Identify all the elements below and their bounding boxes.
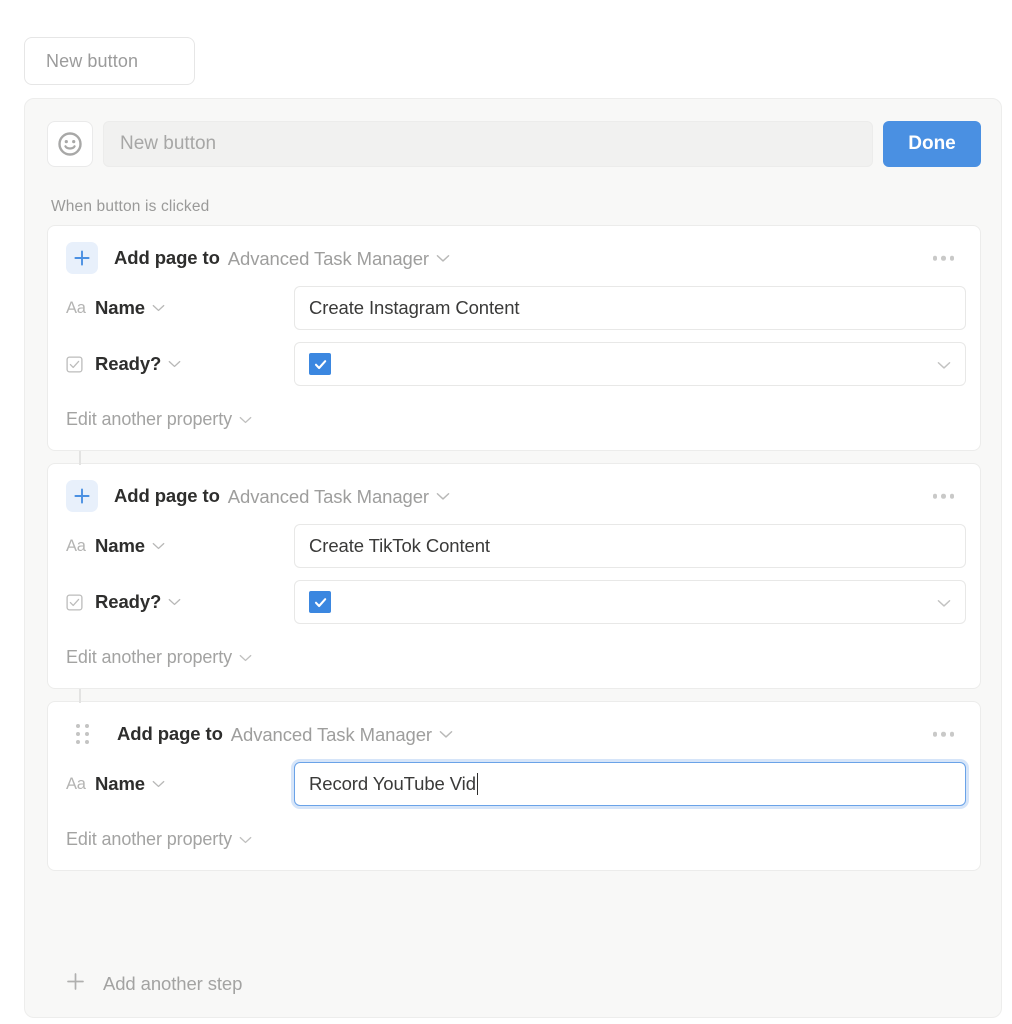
plus-icon [66, 242, 98, 274]
property-value-text-input[interactable]: Create TikTok Content [294, 524, 966, 568]
property-name-select[interactable]: Aa Name [66, 297, 294, 319]
more-horizontal-icon[interactable] [927, 250, 961, 267]
step-action-label: Add page to [114, 247, 220, 268]
step-1: Add page to Advanced Task Manager Aa Name Cr… [47, 225, 981, 451]
panel-header: New button Done [47, 121, 981, 167]
step-connector-line [79, 451, 81, 465]
chevron-down-icon [168, 593, 181, 611]
property-name-label: Name [95, 773, 145, 794]
edit-another-property-label: Edit another property [66, 828, 232, 849]
steps-list: Add page to Advanced Task Manager Aa Name Cr… [47, 225, 981, 883]
new-button-chip[interactable]: New button [24, 37, 195, 85]
edit-another-property-label: Edit another property [66, 646, 232, 667]
chevron-down-icon [439, 722, 453, 744]
step-card: Add page to Advanced Task Manager Aa Name Cr… [47, 225, 981, 451]
plus-icon [65, 971, 86, 997]
step-target-select[interactable]: Advanced Task Manager [231, 722, 453, 746]
step-2: Add page to Advanced Task Manager Aa Name Cr… [47, 451, 981, 689]
done-button[interactable]: Done [883, 121, 981, 167]
step-target-select[interactable]: Advanced Task Manager [228, 484, 450, 508]
button-editor-screen: New button New button Done When button i… [0, 0, 1012, 1024]
property-row: Aa Name Record YouTube Vid [48, 760, 980, 808]
chevron-down-icon [239, 647, 252, 668]
edit-another-property-button[interactable]: Edit another property [48, 402, 980, 436]
button-editor-panel: New button Done When button is clicked A… [24, 98, 1002, 1018]
button-title-input[interactable]: New button [103, 121, 873, 167]
step-card: Add page to Advanced Task Manager Aa Name Cr… [47, 463, 981, 689]
chevron-down-icon [239, 409, 252, 430]
property-row: Ready? [48, 340, 980, 388]
step-card: Add page to Advanced Task Manager Aa Name Re… [47, 701, 981, 871]
step-target-select[interactable]: Advanced Task Manager [228, 246, 450, 270]
property-name-label: Ready? [95, 591, 162, 612]
property-value-text-input[interactable]: Record YouTube Vid [294, 762, 966, 806]
more-horizontal-icon[interactable] [927, 726, 961, 743]
smiley-face-icon [57, 131, 83, 157]
property-row: Ready? [48, 578, 980, 626]
step-connector-line [79, 689, 81, 703]
edit-another-property-button[interactable]: Edit another property [48, 822, 980, 856]
property-value-text: Create Instagram Content [309, 297, 520, 318]
edit-another-property-label: Edit another property [66, 408, 232, 429]
drag-handle-icon[interactable] [69, 718, 95, 750]
chevron-down-icon [937, 591, 951, 613]
chevron-down-icon [152, 299, 165, 317]
step-card-header: Add page to Advanced Task Manager [48, 716, 980, 752]
button-title-placeholder: New button [120, 133, 217, 154]
add-another-step-button[interactable]: Add another step [65, 971, 242, 997]
text-cursor [476, 773, 479, 795]
property-name-label: Name [95, 535, 145, 556]
chevron-down-icon [436, 246, 450, 268]
plus-icon [66, 480, 98, 512]
property-value-checkbox-field[interactable] [294, 580, 966, 624]
text-property-icon: Aa [66, 536, 86, 555]
new-button-chip-label: New button [46, 50, 139, 71]
emoji-picker-button[interactable] [47, 121, 93, 167]
property-name-label: Name [95, 297, 145, 318]
checkbox-checked-icon[interactable] [309, 591, 331, 613]
property-name-select[interactable]: Ready? [66, 591, 294, 613]
chevron-down-icon [436, 484, 450, 506]
more-horizontal-icon[interactable] [927, 488, 961, 505]
property-name-select[interactable]: Ready? [66, 353, 294, 375]
property-row: Aa Name Create Instagram Content [48, 284, 980, 332]
add-another-step-label: Add another step [103, 973, 243, 994]
step-card-header: Add page to Advanced Task Manager [48, 240, 980, 276]
property-value-text-input[interactable]: Create Instagram Content [294, 286, 966, 330]
property-name-label: Ready? [95, 353, 162, 374]
property-name-select[interactable]: Aa Name [66, 535, 294, 557]
step-card-header: Add page to Advanced Task Manager [48, 478, 980, 514]
property-value-text: Record YouTube Vid [309, 773, 476, 794]
checkbox-property-icon [66, 355, 88, 373]
text-property-icon: Aa [66, 774, 86, 793]
step-3: Add page to Advanced Task Manager Aa Name Re… [47, 689, 981, 871]
chevron-down-icon [152, 537, 165, 555]
checkbox-checked-icon[interactable] [309, 353, 331, 375]
step-action-label: Add page to [117, 723, 223, 744]
chevron-down-icon [168, 355, 181, 373]
property-name-select[interactable]: Aa Name [66, 773, 294, 795]
chevron-down-icon [239, 829, 252, 850]
edit-another-property-button[interactable]: Edit another property [48, 640, 980, 674]
checkbox-property-icon [66, 593, 88, 611]
property-row: Aa Name Create TikTok Content [48, 522, 980, 570]
property-value-text: Create TikTok Content [309, 535, 490, 556]
step-action-label: Add page to [114, 485, 220, 506]
text-property-icon: Aa [66, 298, 86, 317]
trigger-caption: When button is clicked [51, 198, 210, 215]
chevron-down-icon [152, 775, 165, 793]
property-value-checkbox-field[interactable] [294, 342, 966, 386]
chevron-down-icon [937, 353, 951, 375]
